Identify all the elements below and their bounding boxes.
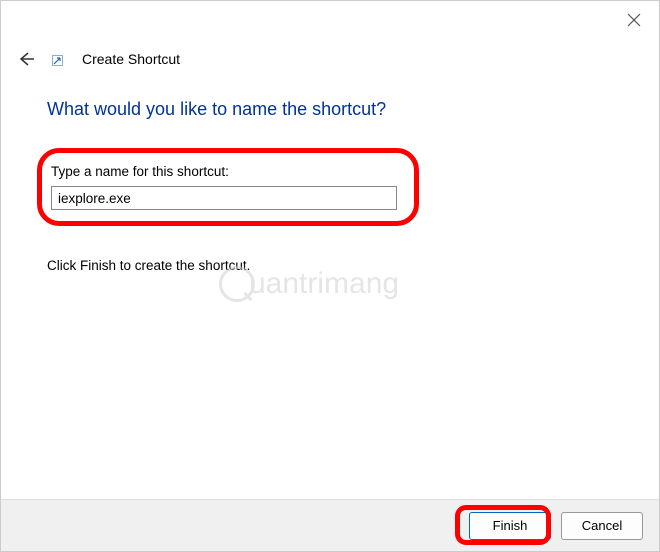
wizard-header: Create Shortcut bbox=[1, 1, 659, 69]
shortcut-name-input[interactable] bbox=[51, 186, 397, 210]
window-title: Create Shortcut bbox=[82, 51, 180, 67]
instruction-text: Click Finish to create the shortcut. bbox=[47, 258, 659, 273]
back-button[interactable] bbox=[16, 49, 36, 69]
close-icon bbox=[627, 13, 641, 27]
page-heading: What would you like to name the shortcut… bbox=[47, 99, 659, 120]
shortcut-name-label: Type a name for this shortcut: bbox=[51, 164, 405, 179]
finish-button[interactable]: Finish bbox=[469, 512, 551, 540]
wizard-content: What would you like to name the shortcut… bbox=[1, 69, 659, 273]
cancel-button[interactable]: Cancel bbox=[561, 512, 643, 540]
wizard-footer: Finish Cancel bbox=[1, 499, 659, 551]
shortcut-name-section: Type a name for this shortcut: bbox=[47, 152, 419, 226]
shortcut-icon bbox=[50, 54, 64, 68]
close-button[interactable] bbox=[625, 11, 643, 29]
back-arrow-icon bbox=[17, 50, 35, 68]
